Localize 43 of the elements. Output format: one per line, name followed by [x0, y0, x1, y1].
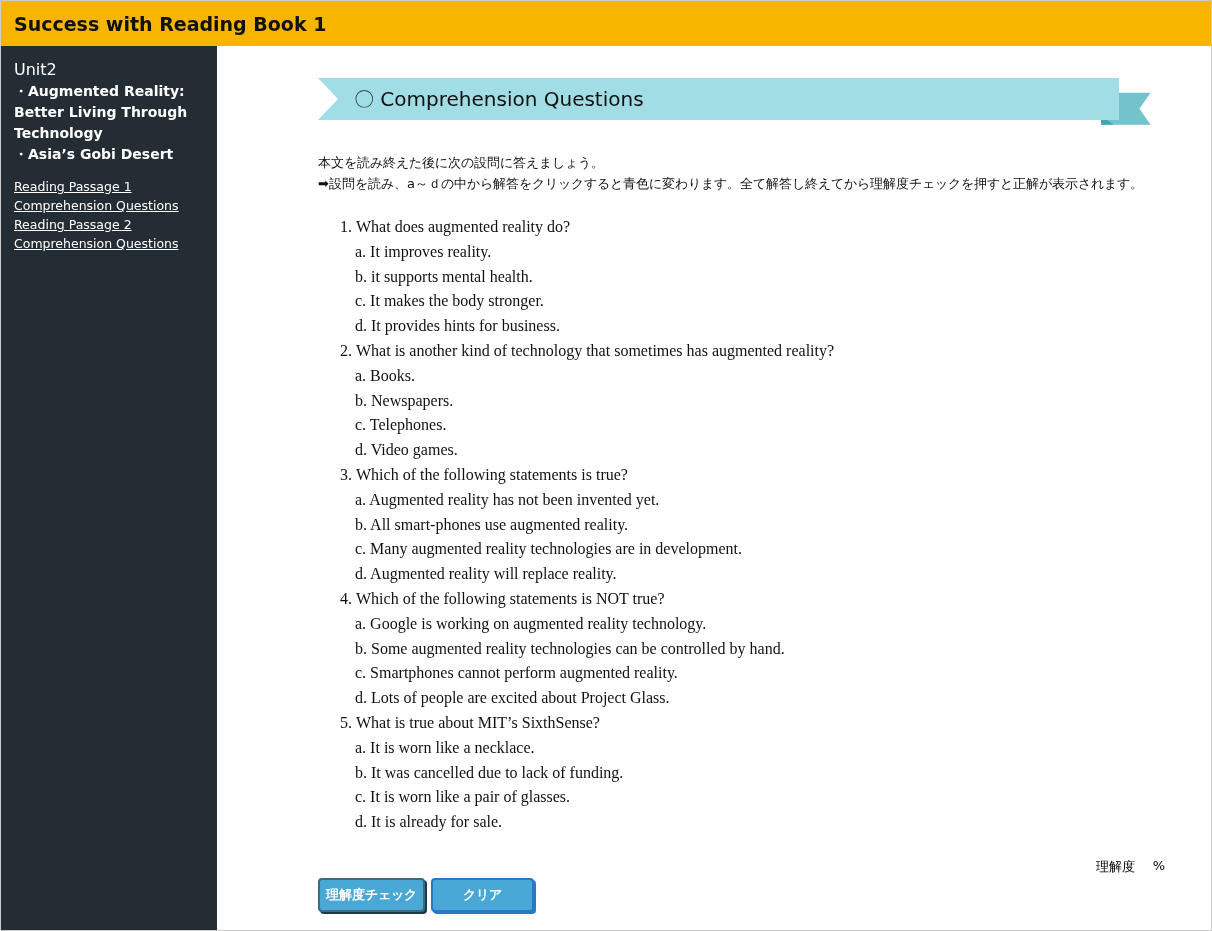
answer-option[interactable]: c. It is worn like a pair of glasses.	[355, 788, 571, 806]
answer-option[interactable]: c. Telephones.	[355, 416, 447, 434]
book-title: Success with Reading Book 1	[14, 12, 327, 35]
score-label: 理解度	[1095, 858, 1135, 876]
answer-option[interactable]: d. Video games.	[355, 441, 458, 459]
instruction-text: 本文を読み終えた後に次の設問に答えましょう。	[318, 154, 605, 172]
answer-option[interactable]: d. It provides hints for business.	[355, 317, 560, 335]
sidebar-link[interactable]: Comprehension Questions	[14, 234, 179, 253]
answer-option[interactable]: d. It is already for sale.	[355, 813, 503, 831]
question-number: 1.	[340, 217, 353, 237]
answer-option[interactable]: c. Many augmented reality technologies are in development.	[355, 540, 742, 558]
answer-option[interactable]: a. It improves reality.	[355, 242, 492, 260]
answer-option[interactable]: a. It is worn like a necklace.	[355, 738, 535, 756]
question-number: 3.	[340, 464, 353, 485]
instruction-text: ➡設問を読み、a～ｄの中から解答をクリックすると青色に変わります。全て解答し終えてから理解度チェックを押すと正解が表示されます。	[318, 175, 1144, 193]
question-text: What does augmented reality do?	[356, 218, 571, 235]
answer-option[interactable]: a. Augmented reality has not been invented yet.	[355, 490, 660, 508]
question-number: 2.	[340, 341, 353, 361]
question-text: Which of the following statements is true?	[356, 465, 628, 483]
answer-option[interactable]: d. Lots of people are excited about Project Glass.	[355, 689, 670, 707]
question-text: Which of the following statements is NOT true?	[356, 589, 665, 607]
answer-option[interactable]: b. It was cancelled due to lack of funding.	[355, 763, 624, 781]
answer-option[interactable]: c. It makes the body stronger.	[355, 292, 544, 310]
answer-option[interactable]: b. All smart-phones use augmented reality.	[355, 515, 629, 533]
score-unit: %	[1152, 858, 1165, 875]
sidebar-link[interactable]: Comprehension Questions	[14, 196, 179, 215]
answer-option[interactable]: c. Smartphones cannot perform augmented reality.	[355, 664, 678, 682]
question-text: What is another kind of technology that sometimes has augmented reality?	[356, 342, 835, 359]
question-number: 5.	[340, 712, 353, 733]
answer-option[interactable]: d. Augmented reality will replace reality.	[355, 565, 617, 583]
unit-topic: ・Augmented Reality: Better Living Through Technology	[14, 82, 189, 143]
section-title: 〇 Comprehension Questions	[354, 85, 644, 113]
answer-option[interactable]: a. Google is working on augmented reality technology.	[355, 614, 707, 632]
answer-option[interactable]: b. Some augmented reality technologies can be controlled by hand.	[355, 639, 785, 657]
sidebar-link[interactable]: Reading Passage 2	[14, 215, 132, 234]
answer-option[interactable]: b. it supports mental health.	[355, 267, 533, 285]
unit-label: Unit2	[14, 60, 58, 79]
answer-option[interactable]: b. Newspapers.	[355, 391, 454, 409]
question-text: What is true about MIT’s SixthSense?	[356, 713, 600, 731]
sidebar-link[interactable]: Reading Passage 1	[14, 177, 132, 196]
unit-topic: ・Asia’s Gobi Desert	[14, 145, 175, 164]
question-number: 4.	[340, 588, 353, 609]
answer-option[interactable]: a. Books.	[355, 366, 415, 384]
